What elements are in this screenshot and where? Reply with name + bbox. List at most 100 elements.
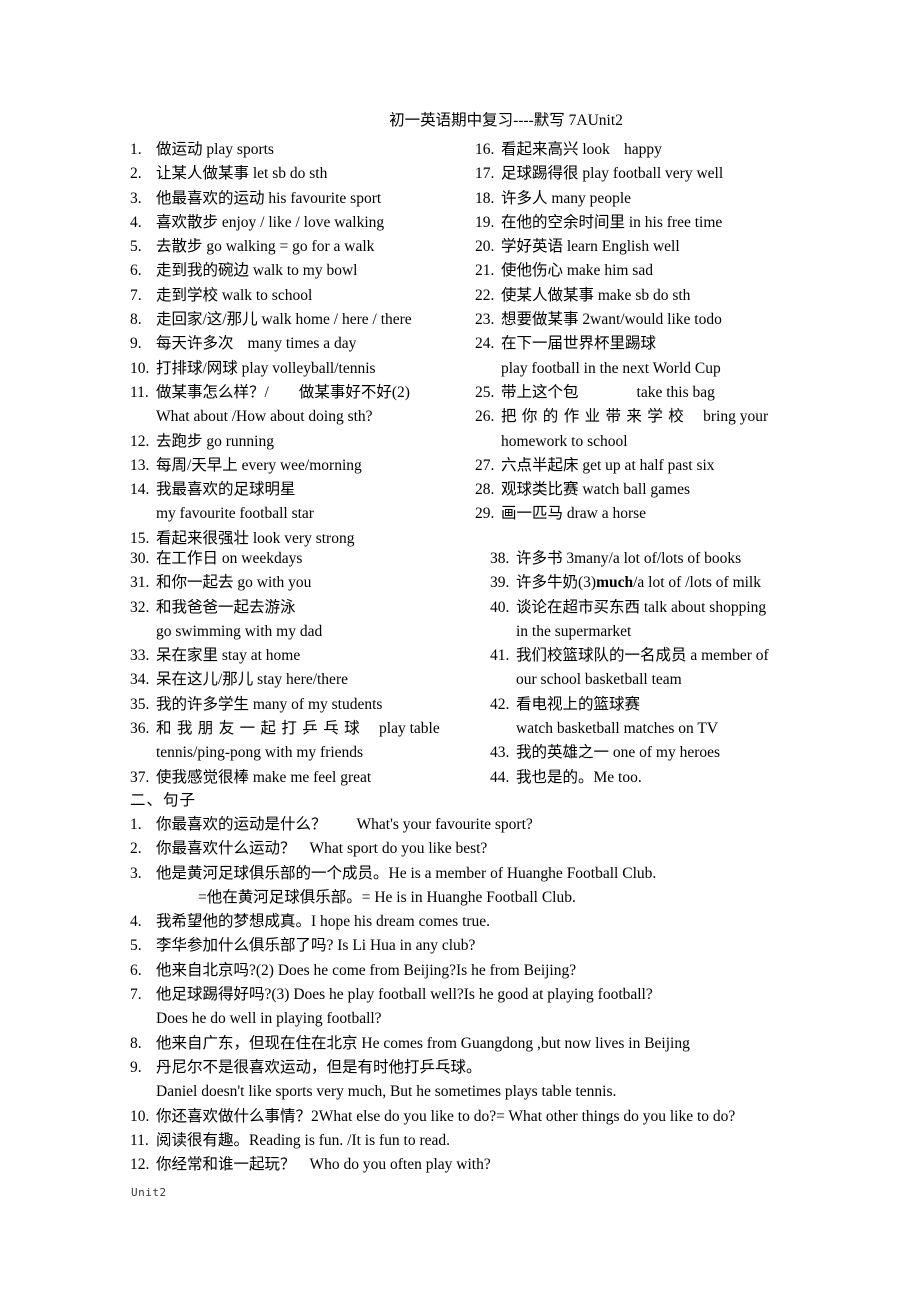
vocab-entry: 12. 你经常和谁一起玩？ Who do you often play with? [130, 1153, 830, 1177]
entry-body: 在下一届世界杯里踢球 play football in the next Worl… [501, 332, 805, 381]
entry-line: 我也是的。Me too. [516, 769, 642, 786]
entry-body: 呆在这儿/那儿 stay here/there [156, 668, 478, 692]
entry-number: 3. [130, 189, 142, 207]
entry-line: 李华参加什么俱乐部了吗? Is Li Hua in any club? [156, 937, 475, 954]
vocab-entry: 32. 和我爸爸一起去游泳 go swimming with my dad [130, 596, 478, 645]
vocab-entry: 33. 呆在家里 stay at home [130, 644, 478, 668]
entry-text: 丹尼尔不是很喜欢运动，但是有时他打乒乓球。 [156, 1058, 482, 1076]
entry-body: 喜欢散步 enjoy / like / love walking [156, 211, 478, 235]
entry-body: 使某人做某事 make sb do sth [501, 284, 805, 308]
vocab-entry: 28. 观球类比赛 watch ball games [475, 478, 805, 502]
vocab-entry: 16. 看起来高兴 look happy [475, 138, 805, 162]
entry-body: 把你的作业带来学校 bring your homework to school [501, 405, 805, 454]
entry-continuation-line: Daniel doesn't like sports very much, Bu… [156, 1083, 617, 1101]
entry-number: 9. [130, 1058, 142, 1076]
entry-number: 37. [130, 768, 150, 786]
vocab-entry: 34. 呆在这儿/那儿 stay here/there [130, 668, 478, 692]
entry-number: 12. [130, 1156, 150, 1174]
entry-line: 使他伤心 make him sad [501, 262, 653, 279]
entry-number: 1. [130, 141, 142, 158]
entry-line: 我的英雄之一 one of my heroes [516, 744, 720, 761]
vocab-entry: 18. 许多人 many people [475, 187, 805, 211]
entry-continuation-line: go swimming with my dad [156, 622, 323, 640]
entry-line: 六点半起床 get up at half past six [501, 457, 715, 474]
page-footer: Unit2 [131, 1186, 167, 1199]
entry-body: 画一匹马 draw a horse [501, 502, 805, 526]
entry-number: 18. [475, 189, 495, 207]
vocab-entry: 6. 走到我的碗边 walk to my bowl [130, 259, 478, 283]
vocab-entry: 7. 走到学校 walk to school [130, 284, 478, 308]
entry-body: 李华参加什么俱乐部了吗? Is Li Hua in any club? [156, 934, 830, 958]
entry-number: 3. [130, 864, 142, 882]
entry-body: 谈论在超市买东西 talk about shopping in the super… [516, 596, 805, 645]
entry-text: 走到我的碗边 walk to my bowl [156, 262, 358, 280]
page-title: 初一英语期中复习----默写 7AUnit2 [389, 112, 623, 129]
entry-line: 带上这个包 take this bag [501, 384, 715, 401]
vocab-entry: 44. 我也是的。Me too. [490, 766, 805, 790]
entry-body: 每天许多次 many times a day [156, 332, 478, 356]
entry-number: 23. [475, 311, 495, 329]
vocab-entry: 10. 你还喜欢做什么事情？2What else do you like to d… [130, 1105, 830, 1129]
vocab-entry: 17. 足球踢得很 play football very well [475, 162, 805, 186]
vocab-entry: 21. 使他伤心 make him sad [475, 259, 805, 283]
entry-body: 呆在家里 stay at home [156, 644, 478, 668]
entry-number: 5. [130, 937, 142, 955]
entry-text: 你最喜欢的运动是什么？ [156, 816, 327, 833]
vocab-entry: 24. 在下一届世界杯里踢球 play football in the next W… [475, 332, 805, 381]
entry-number: 20. [475, 238, 495, 256]
entry-text: 我的许多学生 many of my students [156, 695, 383, 713]
entry-text: 和我爸爸一起去游泳 [156, 598, 296, 616]
entry-body: 阅读很有趣。Reading is fun. /It is fun to read… [156, 1129, 830, 1153]
entry-number: 1. [130, 816, 142, 833]
document-page: 初一英语期中复习----默写 7AUnit2 1. 做运动 play sports… [0, 0, 920, 1302]
entry-text-secondary: happy [623, 141, 662, 158]
entry-number: 6. [130, 262, 142, 280]
entry-number: 8. [130, 1034, 142, 1052]
vocab-column-a-left: 1. 做运动 play sports 2. 让某人做某事 let sb do sth 3… [130, 138, 478, 551]
entry-line: 他是黄河足球俱乐部的一个成员。He is a member of Huanghe… [156, 865, 656, 882]
entry-line: 阅读很有趣。Reading is fun. /It is fun to read… [156, 1132, 450, 1149]
entry-line: 观球类比赛 watch ball games [501, 481, 690, 498]
entry-body: 你还喜欢做什么事情？2What else do you like to do?=… [156, 1105, 830, 1129]
entry-text: 他来自北京吗?(2) Does he come from Beijing?Is … [156, 961, 577, 979]
entry-text: 做运动 play sports [156, 141, 274, 158]
entry-text-secondary: take this bag [636, 383, 715, 401]
vocab-column-a-right: 16. 看起来高兴 look happy 17. 足球踢得很 play football… [475, 138, 805, 527]
entry-line: 使我感觉很棒 make me feel great [156, 769, 371, 786]
vocab-entry: 14. 我最喜欢的足球明星 my favourite football star [130, 478, 478, 527]
entry-line: 看电视上的篮球赛 [516, 696, 640, 713]
entry-body: 让某人做某事 let sb do sth [156, 162, 478, 186]
entry-continuation-line: Does he do well in playing football? [156, 1010, 382, 1028]
entry-body: 和我朋友一起打乒乓球 play table tennis/ping-pong wit… [156, 717, 478, 766]
vocab-entry: 25. 带上这个包 take this bag [475, 381, 805, 405]
entry-text: 观球类比赛 watch ball games [501, 481, 690, 499]
entry-text: 带上这个包 [501, 383, 579, 401]
entry-number: 13. [130, 456, 150, 474]
entry-text: 每天许多次 [156, 335, 234, 353]
entry-number: 10. [130, 1107, 150, 1125]
entry-number: 12. [130, 432, 150, 450]
entry-continuation-line: homework to school [501, 432, 628, 450]
entry-line: 走到学校 walk to school [156, 287, 312, 304]
entry-number: 19. [475, 213, 495, 231]
entry-number: 40. [490, 598, 510, 616]
entry-number: 28. [475, 481, 495, 499]
entry-body: 走到学校 walk to school [156, 284, 478, 308]
entry-text: 使他伤心 make him sad [501, 262, 653, 280]
entry-number: 4. [130, 213, 142, 231]
entry-text: 做某事怎么样？/ [156, 383, 269, 401]
entry-line: 他最喜欢的运动 his favourite sport [156, 190, 381, 207]
entry-number: 43. [490, 744, 510, 762]
entry-number: 2. [130, 165, 142, 183]
entry-body: 看电视上的篮球赛 watch basketball matches on TV [516, 693, 805, 742]
entry-line: 足球踢得很 play football very well [501, 165, 723, 182]
entry-number: 44. [490, 768, 510, 786]
vocab-column-b-right: 38. 许多书 3many/a lot of/lots of books 39. 许多… [490, 547, 805, 790]
vocab-entry: 2. 你最喜欢什么运动？ What sport do you like best? [130, 837, 830, 861]
entry-text: 我最喜欢的足球明星 [156, 481, 296, 499]
entry-text-secondary: 做某事好不好(2) [298, 383, 410, 401]
vocab-entry: 37. 使我感觉很棒 make me feel great [130, 766, 478, 790]
entry-line: 呆在家里 stay at home [156, 647, 300, 664]
entry-text-emphasis: much [596, 574, 634, 592]
entry-line: 去跑步 go running [156, 433, 274, 450]
